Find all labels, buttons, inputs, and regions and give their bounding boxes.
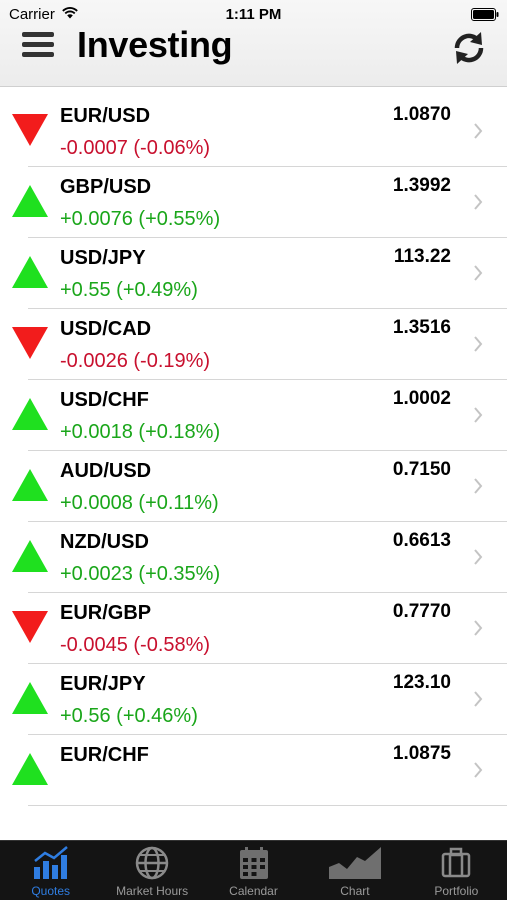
refresh-icon	[454, 32, 484, 64]
tab-label: Calendar	[229, 884, 278, 898]
tab-label: Portfolio	[434, 884, 479, 898]
pair-name: GBP/USD	[60, 176, 152, 198]
down-triangle-icon	[12, 327, 48, 359]
change-value: -0.0045 (-0.58%)	[60, 634, 211, 656]
quote-row[interactable]: EUR/GBP 0.7770 -0.0045 (-0.58%)	[0, 593, 507, 664]
tab-bar: Quotes Market Hours Calendar Chart Portfolio	[0, 840, 507, 900]
rate-value: 1.0875	[392, 743, 451, 764]
quote-row[interactable]: USD/CAD 1.3516 -0.0026 (-0.19%)	[0, 309, 507, 380]
pair-name: AUD/USD	[60, 460, 152, 482]
pair-name: USD/JPY	[60, 247, 146, 269]
quote-row[interactable]: EUR/CHF 1.0875	[0, 735, 507, 806]
rate-value: 1.3516	[392, 317, 451, 338]
tab-quotes[interactable]: Quotes	[0, 841, 101, 900]
change-value: +0.0023 (+0.35%)	[60, 563, 221, 585]
quote-row[interactable]: EUR/JPY 123.10 +0.56 (+0.46%)	[0, 664, 507, 735]
chevron-right-icon	[474, 265, 483, 281]
tab-portfolio[interactable]: Portfolio	[406, 841, 507, 900]
up-triangle-icon	[12, 256, 48, 288]
status-time: 1:11 PM	[225, 6, 282, 23]
rate-value: 1.0002	[392, 388, 451, 409]
up-triangle-icon	[12, 185, 48, 217]
chevron-right-icon	[474, 336, 483, 352]
area-chart-icon	[328, 847, 381, 879]
tab-label: Market Hours	[116, 884, 189, 898]
quote-row[interactable]: NZD/USD 0.6613 +0.0023 (+0.35%)	[0, 522, 507, 593]
change-value: +0.0018 (+0.18%)	[60, 421, 221, 443]
down-triangle-icon	[12, 611, 48, 643]
up-triangle-icon	[12, 469, 48, 501]
up-triangle-icon	[12, 753, 48, 785]
change-value: +0.0076 (+0.55%)	[60, 208, 221, 230]
quote-list[interactable]: EUR/USD 1.0870 -0.0007 (-0.06%) GBP/USD 1.39…	[0, 96, 507, 840]
menu-icon	[22, 32, 54, 37]
rate-value: 0.6613	[392, 530, 451, 551]
up-triangle-icon	[12, 540, 48, 572]
pair-name: NZD/USD	[60, 531, 149, 553]
pair-name: EUR/USD	[60, 105, 151, 127]
chevron-right-icon	[474, 194, 483, 210]
rate-value: 0.7150	[392, 459, 451, 480]
quotes-chart-icon	[33, 846, 68, 879]
menu-button[interactable]	[22, 30, 56, 60]
quote-row[interactable]: USD/JPY 113.22 +0.55 (+0.49%)	[0, 238, 507, 309]
app-screen: Carrier 1:11 PM Investing EUR/USD 1.0870…	[0, 0, 507, 900]
quote-row[interactable]: USD/CHF 1.0002 +0.0018 (+0.18%)	[0, 380, 507, 451]
chevron-right-icon	[474, 762, 483, 778]
quote-row[interactable]: EUR/USD 1.0870 -0.0007 (-0.06%)	[0, 96, 507, 167]
rate-value: 1.0870	[392, 104, 451, 125]
rate-value: 0.7770	[392, 601, 451, 622]
tab-market-hours[interactable]: Market Hours	[101, 841, 202, 900]
row-divider	[28, 805, 507, 806]
page-title: Investing	[77, 24, 233, 65]
rate-value: 123.10	[392, 672, 451, 693]
refresh-button[interactable]	[449, 28, 489, 68]
pair-name: USD/CHF	[60, 389, 149, 411]
pair-name: EUR/CHF	[60, 744, 149, 766]
pair-name: EUR/JPY	[60, 673, 146, 695]
rate-value: 113.22	[393, 246, 451, 267]
chevron-right-icon	[474, 620, 483, 636]
chevron-right-icon	[474, 123, 483, 139]
pair-name: USD/CAD	[60, 318, 152, 340]
rate-value: 1.3992	[392, 175, 451, 196]
change-value: +0.0008 (+0.11%)	[60, 492, 219, 514]
pair-name: EUR/GBP	[60, 602, 152, 624]
globe-icon	[135, 846, 169, 880]
chevron-right-icon	[474, 478, 483, 494]
tab-label: Quotes	[31, 884, 71, 898]
battery-icon	[471, 8, 499, 21]
change-value: -0.0026 (-0.19%)	[60, 350, 211, 372]
quote-row[interactable]: AUD/USD 0.7150 +0.0008 (+0.11%)	[0, 451, 507, 522]
up-triangle-icon	[12, 682, 48, 714]
briefcase-icon	[442, 847, 471, 878]
header: Carrier 1:11 PM Investing	[0, 0, 507, 87]
up-triangle-icon	[12, 398, 48, 430]
tab-chart[interactable]: Chart	[304, 841, 405, 900]
calendar-icon	[239, 847, 268, 879]
change-value: +0.56 (+0.46%)	[60, 705, 198, 727]
change-value: +0.55 (+0.49%)	[60, 279, 198, 301]
tab-calendar[interactable]: Calendar	[203, 841, 304, 900]
change-value: -0.0007 (-0.06%)	[60, 137, 211, 159]
chevron-right-icon	[474, 407, 483, 423]
chevron-right-icon	[474, 691, 483, 707]
tab-label: Chart	[340, 884, 370, 898]
down-triangle-icon	[12, 114, 48, 146]
quote-row[interactable]: GBP/USD 1.3992 +0.0076 (+0.55%)	[0, 167, 507, 238]
chevron-right-icon	[474, 549, 483, 565]
